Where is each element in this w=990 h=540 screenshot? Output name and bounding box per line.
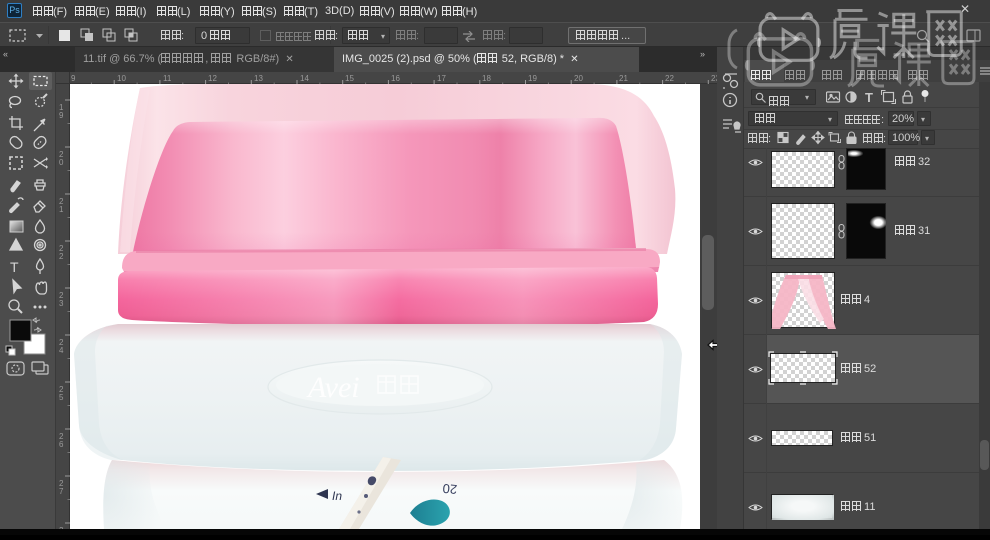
svg-text:11: 11	[163, 74, 172, 83]
svg-text:15: 15	[345, 74, 354, 83]
svg-text:2: 2	[59, 252, 64, 261]
svg-text:4: 4	[59, 346, 64, 355]
svg-text:19: 19	[528, 74, 537, 83]
svg-text:16: 16	[391, 74, 400, 83]
svg-text:1: 1	[59, 205, 64, 214]
svg-text:3: 3	[59, 299, 64, 308]
svg-text:In: In	[332, 489, 342, 503]
svg-text:13: 13	[254, 74, 263, 83]
svg-text:Avei: Avei	[306, 371, 360, 404]
svg-text:10: 10	[117, 74, 126, 83]
svg-text:22: 22	[665, 74, 674, 83]
svg-text:7: 7	[59, 487, 64, 496]
svg-text:12: 12	[208, 74, 217, 83]
svg-text:20: 20	[574, 74, 583, 83]
svg-text:14: 14	[300, 74, 309, 83]
svg-text:18: 18	[482, 74, 491, 83]
svg-text:9: 9	[71, 74, 76, 83]
svg-text:T: T	[865, 90, 873, 105]
svg-text:21: 21	[619, 74, 628, 83]
svg-text:6: 6	[59, 440, 64, 449]
svg-text:17: 17	[437, 74, 446, 83]
svg-text:20: 20	[442, 481, 458, 497]
svg-text:T: T	[10, 259, 19, 275]
svg-text:0: 0	[59, 158, 64, 167]
svg-text:9: 9	[59, 111, 64, 120]
svg-text:5: 5	[59, 393, 64, 402]
